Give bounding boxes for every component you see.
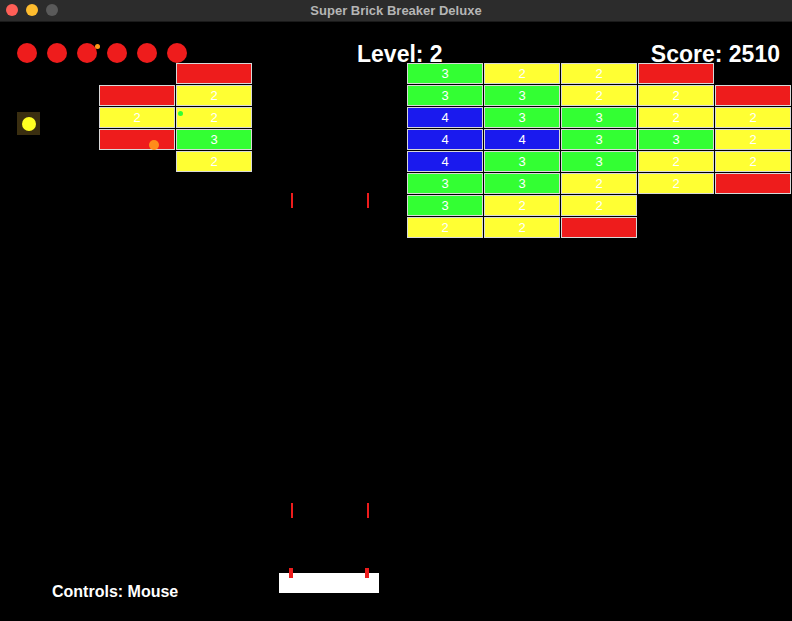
brick <box>176 63 252 84</box>
brick: 4 <box>407 107 483 128</box>
brick: 2 <box>484 217 560 238</box>
empty-cell <box>638 217 714 238</box>
laser <box>291 193 293 208</box>
brick: 3 <box>484 151 560 172</box>
empty-cell <box>715 195 791 216</box>
brick: 3 <box>407 195 483 216</box>
empty-cell <box>99 63 175 84</box>
empty-cell <box>99 151 175 172</box>
minimize-button[interactable] <box>26 4 38 16</box>
brick: 3 <box>561 151 637 172</box>
title-bar: Super Brick Breaker Deluxe <box>0 0 792 22</box>
game-canvas[interactable]: Level: 2Score: 2510222323223322433224433… <box>0 22 792 621</box>
window-title: Super Brick Breaker Deluxe <box>310 1 481 21</box>
life-ball <box>107 43 127 63</box>
brick: 2 <box>561 195 637 216</box>
brick: 4 <box>407 129 483 150</box>
brick: 2 <box>638 107 714 128</box>
brick <box>561 217 637 238</box>
brick: 3 <box>407 173 483 194</box>
brick-grid: 22232 <box>99 63 252 172</box>
brick: 3 <box>407 85 483 106</box>
empty-cell <box>638 195 714 216</box>
particle <box>149 140 159 150</box>
brick: 4 <box>484 129 560 150</box>
brick: 2 <box>715 107 791 128</box>
app: Super Brick Breaker DeluxeLevel: 2Score:… <box>0 0 792 621</box>
lives <box>17 43 187 63</box>
ball <box>22 117 36 131</box>
brick: 2 <box>176 151 252 172</box>
life-ball <box>167 43 187 63</box>
laser-cannon <box>289 568 293 578</box>
laser <box>367 503 369 518</box>
ball-powerup <box>17 112 40 135</box>
brick <box>99 85 175 106</box>
brick: 3 <box>561 107 637 128</box>
brick: 2 <box>407 217 483 238</box>
brick: 3 <box>176 129 252 150</box>
life-ball <box>137 43 157 63</box>
brick: 4 <box>407 151 483 172</box>
brick <box>715 85 791 106</box>
laser-cannon <box>365 568 369 578</box>
life-ball <box>47 43 67 63</box>
brick: 2 <box>561 173 637 194</box>
brick: 2 <box>561 63 637 84</box>
brick <box>715 173 791 194</box>
brick <box>638 63 714 84</box>
particle <box>178 111 183 116</box>
life-ball <box>77 43 97 63</box>
brick <box>99 129 175 150</box>
close-button[interactable] <box>6 4 18 16</box>
brick: 3 <box>407 63 483 84</box>
brick: 2 <box>638 151 714 172</box>
brick: 2 <box>638 173 714 194</box>
brick: 2 <box>176 85 252 106</box>
paddle[interactable] <box>279 573 379 593</box>
empty-cell <box>715 63 791 84</box>
brick: 3 <box>484 107 560 128</box>
brick-grid: 3223322433224433243322332232222 <box>407 63 791 238</box>
brick: 3 <box>561 129 637 150</box>
brick: 2 <box>99 107 175 128</box>
brick: 2 <box>484 195 560 216</box>
brick: 2 <box>561 85 637 106</box>
laser <box>291 503 293 518</box>
life-ball <box>17 43 37 63</box>
brick: 2 <box>638 85 714 106</box>
brick: 3 <box>638 129 714 150</box>
controls-hint: Controls: Mouse <box>52 582 178 602</box>
brick: 3 <box>484 85 560 106</box>
brick: 2 <box>176 107 252 128</box>
particle <box>95 44 100 49</box>
brick: 3 <box>484 173 560 194</box>
brick: 2 <box>715 151 791 172</box>
brick: 2 <box>715 129 791 150</box>
laser <box>367 193 369 208</box>
empty-cell <box>715 217 791 238</box>
brick: 2 <box>484 63 560 84</box>
zoom-button[interactable] <box>46 4 58 16</box>
